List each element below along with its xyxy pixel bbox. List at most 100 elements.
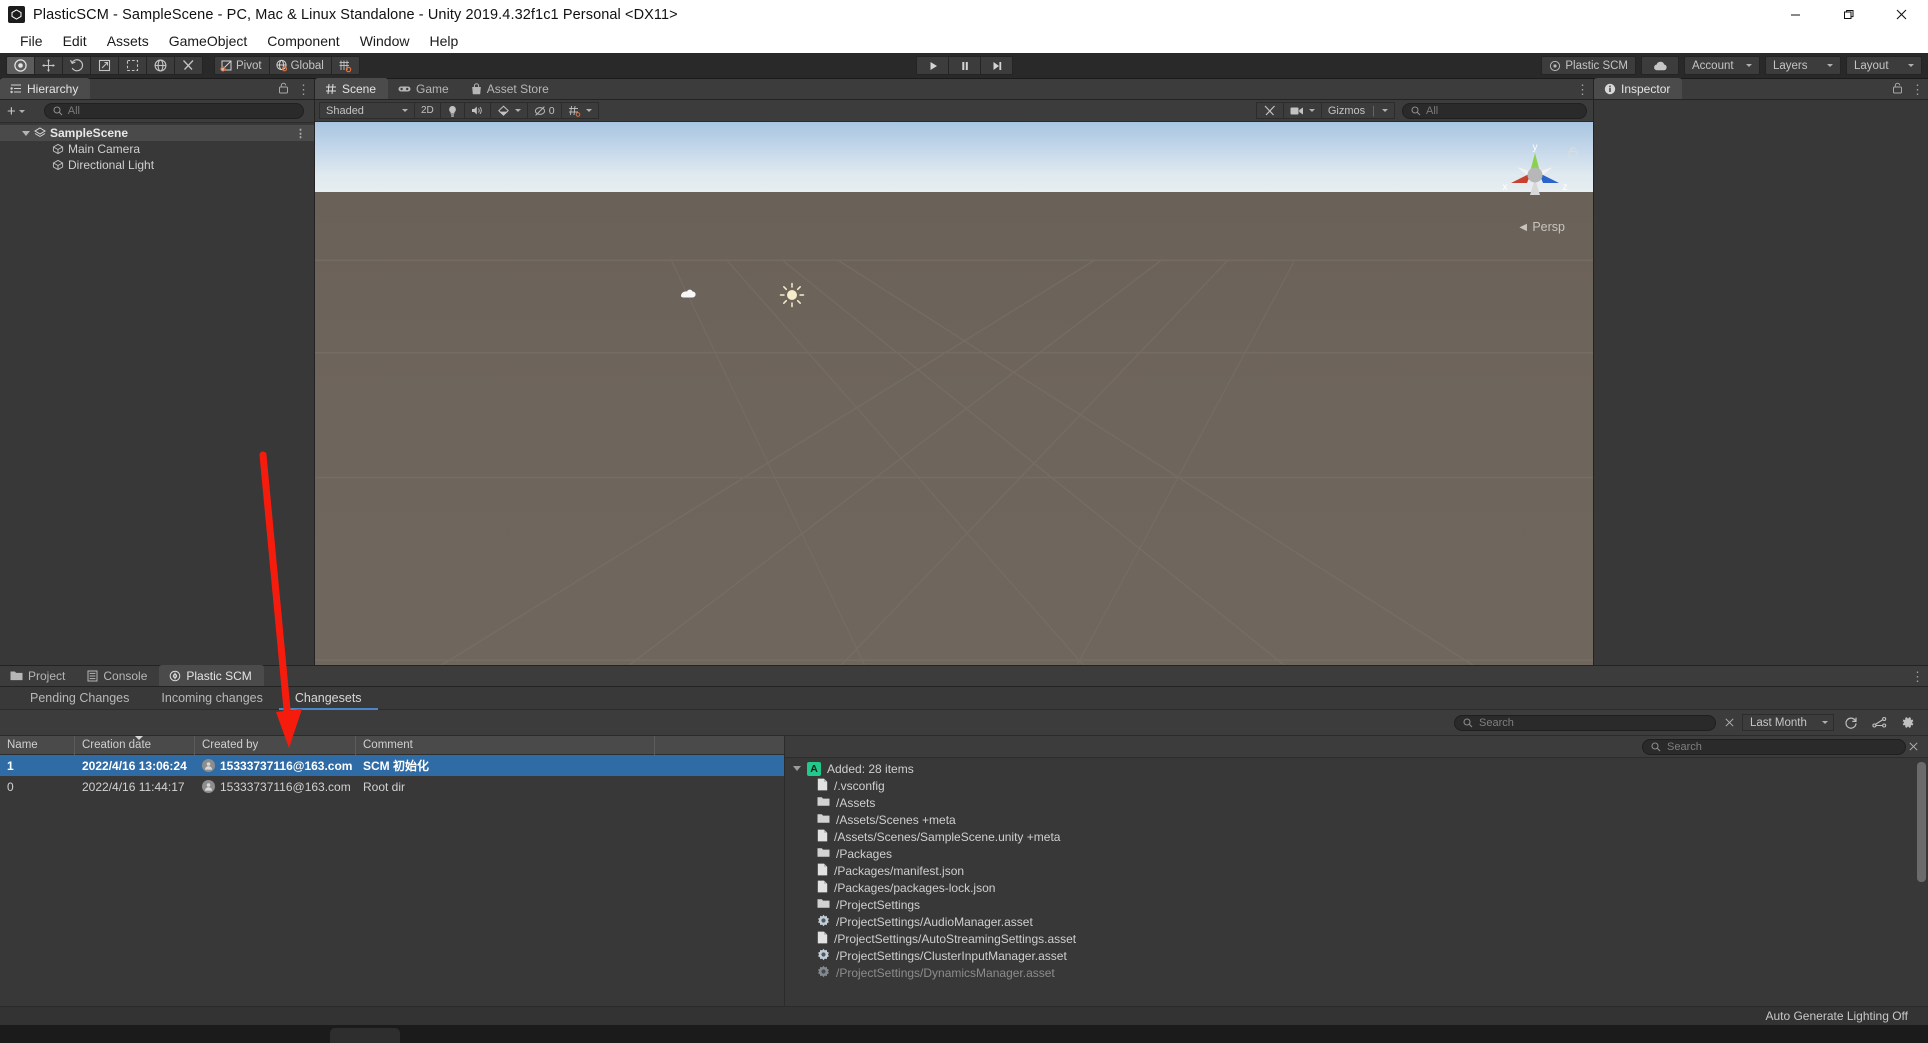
list-item[interactable]: /Packages/packages-lock.json — [785, 879, 1928, 896]
main-camera-gizmo[interactable] — [678, 285, 700, 308]
tree-scrollbar-thumb[interactable] — [1917, 762, 1926, 882]
column-header-created-by[interactable]: Created by — [195, 735, 356, 755]
panel-menu-icon[interactable]: ⋮ — [1911, 83, 1924, 96]
grid-snapping-button[interactable] — [330, 56, 360, 75]
detail-search-input[interactable]: Search — [1642, 738, 1906, 755]
scene-visibility-button[interactable]: 0 — [526, 102, 562, 119]
pause-button[interactable] — [948, 56, 981, 75]
gizmos-dropdown[interactable]: Gizmos | — [1320, 102, 1395, 119]
clear-search-button[interactable] — [1722, 714, 1736, 732]
scene-tools-button[interactable] — [1255, 102, 1284, 119]
table-row[interactable]: 0 2022/4/16 11:44:17 15333737116@163.com… — [0, 776, 784, 797]
column-header-name[interactable]: Name — [0, 735, 75, 755]
tab-console[interactable]: Console — [77, 665, 159, 686]
scene-search-input[interactable]: All — [1402, 102, 1587, 119]
play-button[interactable] — [916, 56, 949, 75]
transform-tool-button[interactable] — [146, 56, 175, 75]
list-item[interactable]: /Assets/Scenes/SampleScene.unity +meta — [785, 828, 1928, 845]
subtab-changesets[interactable]: Changesets — [279, 687, 378, 710]
plastic-scm-button[interactable]: Plastic SCM — [1541, 56, 1636, 75]
branch-explorer-button[interactable] — [1868, 714, 1890, 732]
cloud-button[interactable] — [1641, 56, 1679, 75]
lock-icon[interactable] — [1892, 81, 1903, 99]
tab-project[interactable]: Project — [0, 665, 77, 686]
tab-asset-store[interactable]: Asset Store — [461, 78, 561, 99]
list-item[interactable]: /ProjectSettings/AudioManager.asset — [785, 913, 1928, 930]
expand-triangle-icon[interactable] — [793, 766, 801, 771]
rect-tool-button[interactable] — [118, 56, 147, 75]
changeset-search-input[interactable]: Search — [1454, 714, 1716, 731]
scene-menu-icon[interactable]: ⋮ — [295, 127, 306, 140]
layers-dropdown[interactable]: Layers — [1765, 56, 1841, 75]
move-tool-button[interactable] — [34, 56, 63, 75]
scene-lighting-button[interactable] — [439, 102, 465, 119]
tab-hierarchy[interactable]: Hierarchy — [0, 78, 91, 99]
column-header-creation-date[interactable]: Creation date — [75, 735, 195, 755]
list-item[interactable]: /Packages/manifest.json — [785, 862, 1928, 879]
menu-window[interactable]: Window — [350, 31, 420, 51]
scene-orientation-gizmo[interactable]: y x z — [1497, 139, 1573, 207]
date-filter-dropdown[interactable]: Last Month — [1742, 714, 1834, 731]
panel-menu-icon[interactable]: ⋮ — [297, 83, 310, 96]
detail-clear-search-button[interactable] — [1906, 738, 1920, 756]
tab-inspector[interactable]: Inspector — [1594, 78, 1683, 99]
tree-scrollbar[interactable] — [1917, 762, 1926, 1019]
subtab-incoming-changes[interactable]: Incoming changes — [145, 687, 278, 710]
list-item[interactable]: /ProjectSettings/AutoStreamingSettings.a… — [785, 930, 1928, 947]
account-dropdown[interactable]: Account — [1684, 56, 1760, 75]
list-item[interactable]: /Assets/Scenes +meta — [785, 811, 1928, 828]
scene-projection-label[interactable]: ◄ Persp — [1517, 220, 1565, 234]
scm-settings-button[interactable] — [1896, 714, 1918, 732]
menu-file[interactable]: File — [10, 31, 53, 51]
subtab-pending-changes[interactable]: Pending Changes — [14, 687, 145, 710]
table-row[interactable]: 1 2022/4/16 13:06:24 15333737116@163.com… — [0, 755, 784, 776]
maximize-button[interactable] — [1822, 0, 1875, 29]
scale-tool-button[interactable] — [90, 56, 119, 75]
menu-assets[interactable]: Assets — [97, 31, 159, 51]
hand-tool-button[interactable] — [6, 56, 35, 75]
cell-created-by: 15333737116@163.com — [195, 759, 356, 773]
toggle-2d-button[interactable]: 2D — [414, 102, 441, 119]
tree-group-added[interactable]: A Added: 28 items — [785, 760, 1928, 777]
list-item[interactable]: /ProjectSettings — [785, 896, 1928, 913]
add-gameobject-button[interactable]: + — [4, 103, 28, 120]
expand-triangle-icon[interactable] — [22, 130, 30, 136]
shading-mode-dropdown[interactable]: Shaded — [319, 102, 415, 119]
rotate-tool-button[interactable] — [62, 56, 91, 75]
step-button[interactable] — [980, 56, 1013, 75]
menu-edit[interactable]: Edit — [53, 31, 97, 51]
tab-plastic-scm[interactable]: Plastic SCM — [159, 665, 264, 686]
list-item[interactable]: /ProjectSettings/ClusterInputManager.ass… — [785, 947, 1928, 964]
panel-menu-icon[interactable]: ⋮ — [1911, 670, 1924, 683]
close-button[interactable] — [1875, 0, 1928, 29]
layout-dropdown[interactable]: Layout — [1846, 56, 1922, 75]
hierarchy-item-directional-light[interactable]: Directional Light — [0, 157, 314, 173]
directional-light-gizmo[interactable] — [779, 282, 805, 313]
tab-scene[interactable]: Scene — [315, 78, 389, 99]
hierarchy-item-main-camera[interactable]: Main Camera — [0, 141, 314, 157]
hierarchy-item-samplescene[interactable]: SampleScene ⋮ — [0, 125, 314, 141]
list-item[interactable]: /ProjectSettings/DynamicsManager.asset — [785, 964, 1928, 981]
lock-icon[interactable] — [278, 81, 289, 99]
pivot-button[interactable]: Pivot — [214, 56, 270, 75]
menu-component[interactable]: Component — [257, 31, 349, 51]
minimize-button[interactable] — [1769, 0, 1822, 29]
taskbar-item[interactable] — [330, 1028, 400, 1043]
menu-help[interactable]: Help — [419, 31, 468, 51]
scene-audio-button[interactable] — [463, 102, 491, 119]
hierarchy-search-input[interactable]: All — [43, 103, 304, 119]
custom-tool-button[interactable] — [174, 56, 203, 75]
tab-game[interactable]: Game — [388, 78, 461, 99]
scene-grid-dropdown[interactable] — [560, 102, 599, 119]
changed-files-tree[interactable]: A Added: 28 items /.vsconfig /Assets /As… — [785, 758, 1928, 1023]
list-item[interactable]: /Assets — [785, 794, 1928, 811]
scene-fx-dropdown[interactable] — [489, 102, 528, 119]
scene-camera-dropdown[interactable] — [1282, 102, 1322, 119]
global-button[interactable]: Global — [268, 56, 332, 75]
list-item[interactable]: /Packages — [785, 845, 1928, 862]
menu-gameobject[interactable]: GameObject — [159, 31, 258, 51]
list-item[interactable]: /.vsconfig — [785, 777, 1928, 794]
refresh-button[interactable] — [1840, 714, 1862, 732]
panel-menu-icon[interactable]: ⋮ — [1576, 83, 1589, 96]
column-header-comment[interactable]: Comment — [356, 735, 655, 755]
